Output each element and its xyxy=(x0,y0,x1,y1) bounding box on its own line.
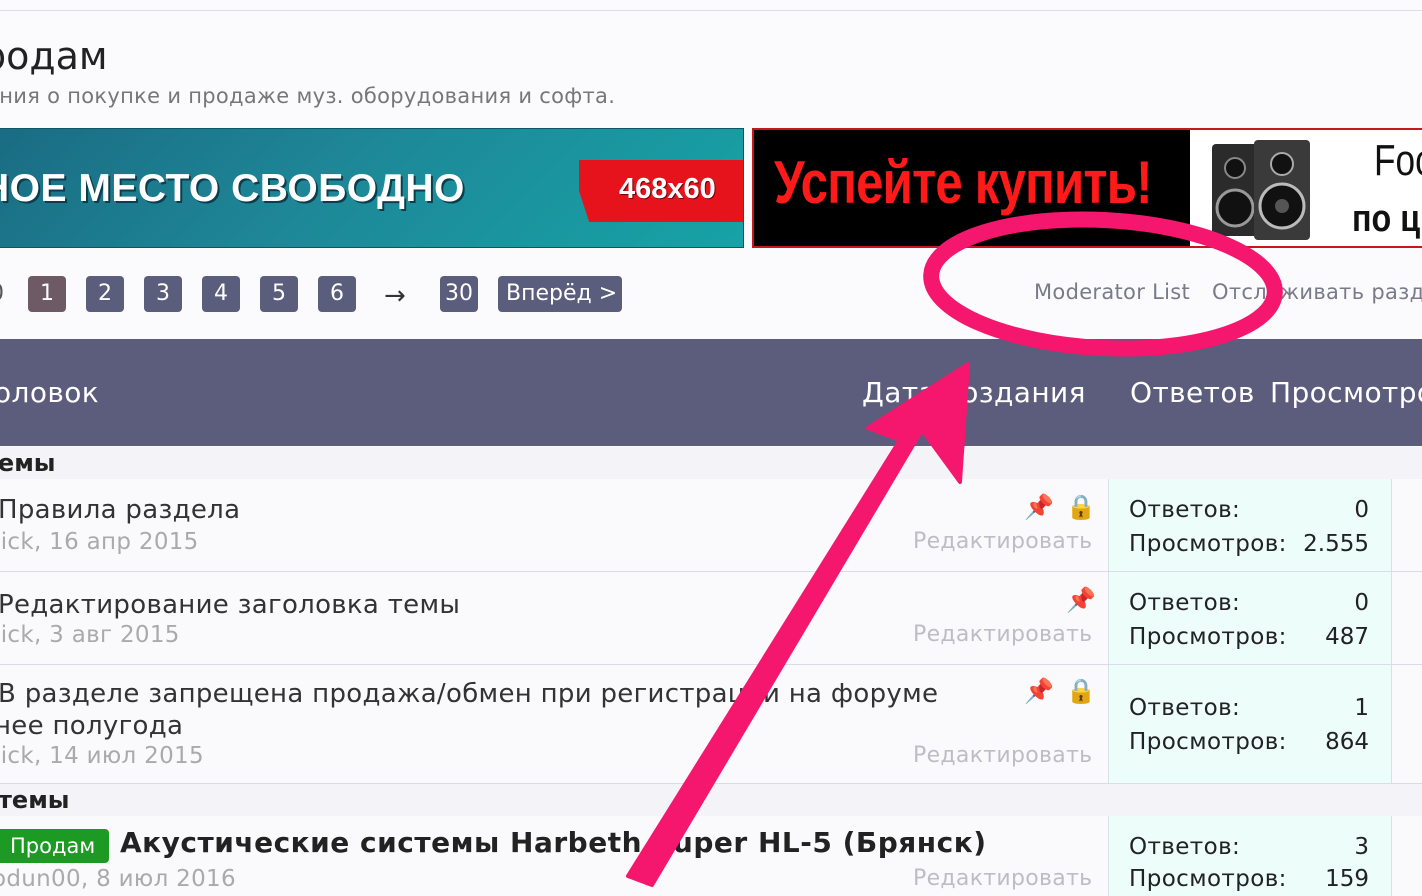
replies-count: 3 xyxy=(1354,834,1369,860)
views-label: Просмотров: xyxy=(1129,624,1287,650)
page-link-3[interactable]: 3 xyxy=(144,276,182,312)
lock-icon: 🔒 xyxy=(1066,493,1096,521)
page-link-6[interactable]: 6 xyxy=(318,276,356,312)
replies-label: Ответов: xyxy=(1129,590,1241,616)
thread-row[interactable]: Редактирование заголовка темы lick, 3 ав… xyxy=(0,572,1422,665)
thread-stats: Ответов: 3 Просмотров: 159 xyxy=(1108,816,1392,896)
page-title: родам xyxy=(0,34,108,78)
thread-title-line2[interactable]: нее полугода xyxy=(0,711,183,741)
thread-title[interactable]: Правила раздела xyxy=(0,495,240,525)
edit-link[interactable]: Редактировать xyxy=(913,743,1092,768)
views-count: 2.555 xyxy=(1303,531,1369,557)
header-title-column[interactable]: оловок xyxy=(0,376,99,409)
header-replies-column[interactable]: Ответов xyxy=(1130,376,1255,409)
speaker-icon xyxy=(1212,140,1310,240)
pagination-arrow-icon: → xyxy=(384,281,406,311)
replies-count: 0 xyxy=(1354,590,1369,616)
replies-count: 0 xyxy=(1354,497,1369,523)
edit-link[interactable]: Редактировать xyxy=(913,622,1092,647)
thread-meta: lick, 14 июл 2015 xyxy=(0,743,204,769)
views-count: 487 xyxy=(1325,624,1369,650)
ad-left-text: НОЕ МЕСТО СВОБОДНО xyxy=(0,167,465,210)
ad-left-badge-text: 468x60 xyxy=(619,173,716,205)
page-link-1[interactable]: 1 xyxy=(28,276,66,312)
pushpin-icon: 📌 xyxy=(1024,677,1054,705)
ad-right-text: Успейте купить! xyxy=(774,149,1153,216)
page-description: ения о покупке и продаже муз. оборудован… xyxy=(0,84,616,108)
views-label: Просмотров: xyxy=(1129,531,1287,557)
edit-link[interactable]: Редактировать xyxy=(913,529,1092,554)
pagination-prev-fragment[interactable]: 0 xyxy=(0,276,4,312)
header-views-column[interactable]: Просмотро xyxy=(1270,376,1422,409)
replies-label: Ответов: xyxy=(1129,834,1241,860)
header-date-column[interactable]: Дата создания xyxy=(862,376,1086,409)
thread-meta: lick, 16 апр 2015 xyxy=(0,529,199,555)
thread-title-line1[interactable]: В разделе запрещена продажа/обмен при ре… xyxy=(0,679,938,709)
thread-meta: lick, 3 авг 2015 xyxy=(0,622,180,648)
ad-left-badge: 468x60 xyxy=(579,160,743,222)
edit-link[interactable]: Редактировать xyxy=(913,866,1092,891)
thread-stats: Ответов: 0 Просмотров: 487 xyxy=(1108,572,1392,664)
prefix-badge[interactable]: Продам xyxy=(0,829,110,863)
lock-icon: 🔒 xyxy=(1066,677,1096,705)
page-link-5[interactable]: 5 xyxy=(260,276,298,312)
top-divider xyxy=(0,10,1422,11)
pushpin-icon: 📌 xyxy=(1024,493,1054,521)
section-normal-threads: темы xyxy=(0,784,1422,817)
next-page-button[interactable]: Вперёд > xyxy=(498,276,622,312)
page-link-30[interactable]: 30 xyxy=(440,276,478,312)
views-label: Просмотров: xyxy=(1129,729,1287,755)
thread-stats: Ответов: 1 Просмотров: 864 xyxy=(1108,665,1392,783)
views-count: 864 xyxy=(1325,729,1369,755)
section-sticky-label: темы xyxy=(0,449,56,477)
watch-forum-link[interactable]: Отслеживать разде xyxy=(1212,280,1422,304)
replies-label: Ответов: xyxy=(1129,497,1241,523)
views-label: Просмотров: xyxy=(1129,866,1287,892)
replies-count: 1 xyxy=(1354,695,1369,721)
ad-banner-right[interactable]: Успейте купить! Foc по ц xyxy=(752,128,1422,248)
ad-right-line1: Foc xyxy=(1374,136,1422,185)
thread-stats: Ответов: 0 Просмотров: 2.555 xyxy=(1108,479,1392,571)
thread-title[interactable]: Акустические системы Harbeth Super HL-5 … xyxy=(120,826,987,859)
ad-banner-left[interactable]: НОЕ МЕСТО СВОБОДНО 468x60 xyxy=(0,128,744,248)
thread-row[interactable]: В разделе запрещена продажа/обмен при ре… xyxy=(0,665,1422,784)
moderator-list-link[interactable]: Moderator List xyxy=(1034,280,1190,304)
pushpin-icon: 📌 xyxy=(1066,586,1096,614)
views-count: 159 xyxy=(1325,866,1369,892)
page-link-2[interactable]: 2 xyxy=(86,276,124,312)
page-link-4[interactable]: 4 xyxy=(202,276,240,312)
thread-row[interactable]: Правила раздела lick, 16 апр 2015 📌 🔒 Ре… xyxy=(0,479,1422,572)
ad-right-line2: по ц xyxy=(1352,198,1421,240)
section-normal-label: темы xyxy=(0,786,70,814)
thread-title[interactable]: Редактирование заголовка темы xyxy=(0,590,460,620)
thread-meta: odun00, 8 июл 2016 xyxy=(0,866,236,892)
section-sticky-threads: темы xyxy=(0,447,1422,480)
replies-label: Ответов: xyxy=(1129,695,1241,721)
